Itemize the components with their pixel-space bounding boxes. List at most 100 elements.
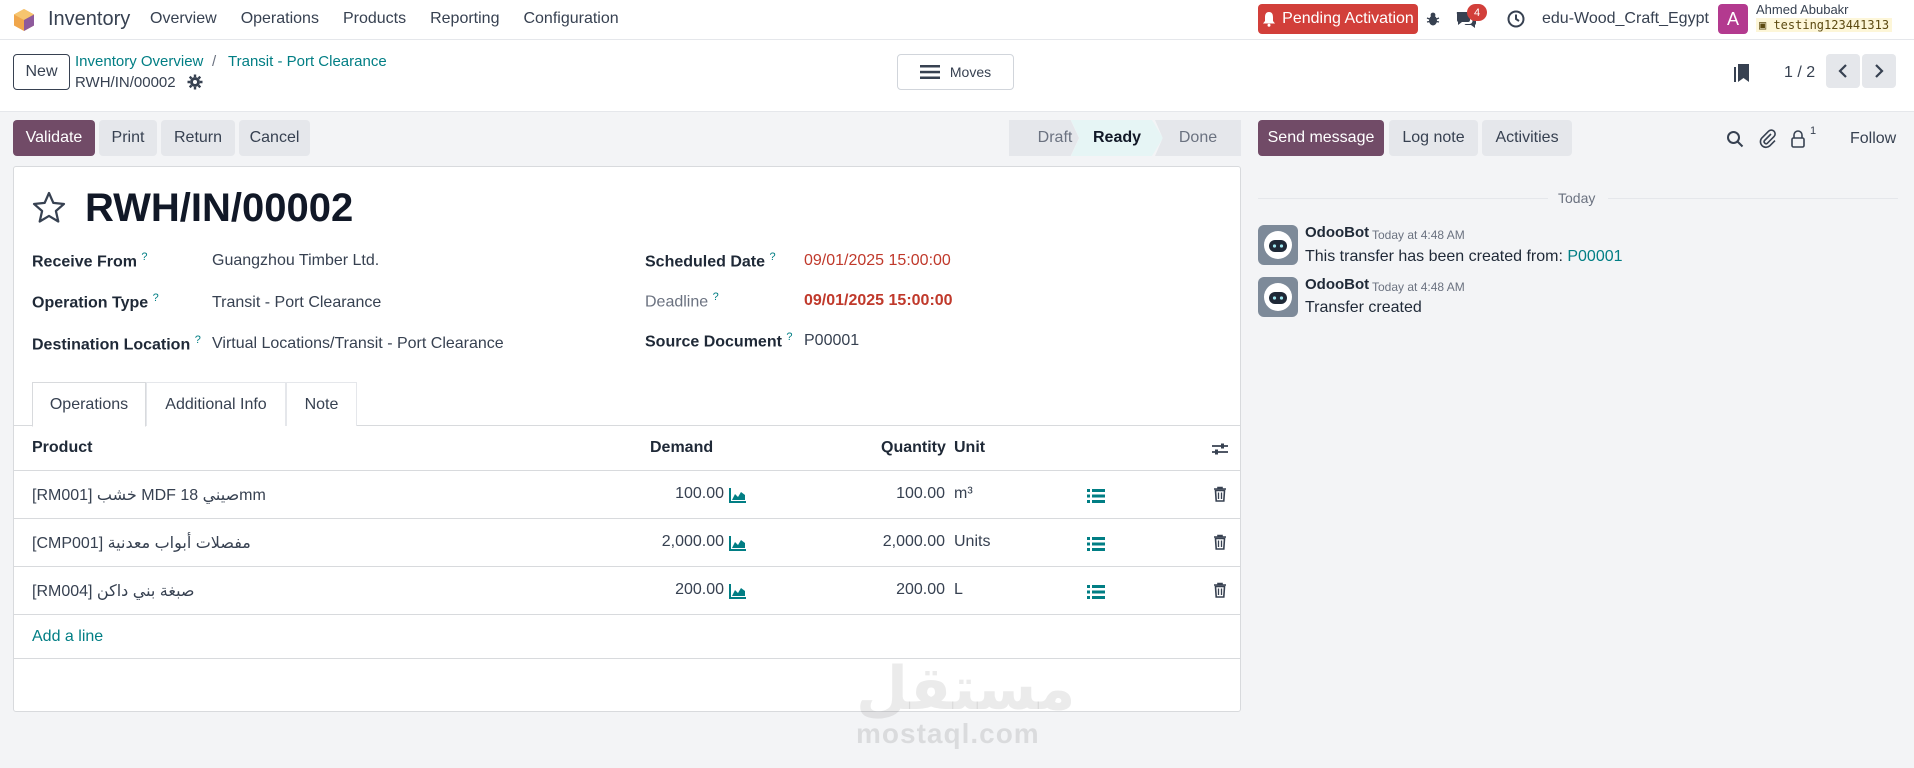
destination-location-label-text: Destination Location [32, 336, 191, 354]
stage-done[interactable]: Done [1155, 120, 1241, 156]
menu-overview[interactable]: Overview [150, 10, 217, 28]
bookmark-icon[interactable] [1733, 63, 1751, 83]
menu-products[interactable]: Products [343, 10, 406, 28]
trash-icon[interactable] [1213, 486, 1227, 502]
breadcrumb-separator: / [212, 53, 217, 70]
deadline-label: Deadline ? [645, 291, 719, 311]
row-product[interactable]: [CMP001] مفصلات أبواب معدنية [32, 533, 251, 553]
message-time: Today at 4:48 AM [1372, 280, 1465, 294]
gear-icon[interactable] [187, 74, 203, 90]
list-icon [919, 65, 940, 79]
send-message-button[interactable]: Send message [1258, 120, 1384, 156]
column-quantity[interactable]: Quantity [881, 439, 946, 457]
details-list-icon[interactable] [1087, 488, 1105, 504]
table-header: Product Demand Quantity Unit [13, 427, 1241, 471]
print-button[interactable]: Print [99, 120, 157, 156]
row-quantity[interactable]: 200.00 [896, 581, 945, 599]
help-icon[interactable]: ? [786, 331, 792, 343]
table-row[interactable]: [CMP001] مفصلات أبواب معدنية 2,000.00 2,… [13, 519, 1241, 567]
source-document-label: Source Document ? [645, 331, 793, 351]
column-unit[interactable]: Unit [954, 439, 985, 457]
return-button[interactable]: Return [161, 120, 235, 156]
column-demand[interactable]: Demand [650, 439, 713, 457]
message-author[interactable]: OdooBot [1305, 224, 1369, 241]
star-icon[interactable] [31, 190, 67, 226]
watermark-logo: مستقل [856, 655, 1076, 722]
menu-reporting[interactable]: Reporting [430, 10, 499, 28]
source-document-field[interactable]: P00001 [804, 332, 859, 350]
inventory-app-icon[interactable] [12, 8, 36, 32]
menu-operations[interactable]: Operations [241, 10, 319, 28]
help-icon[interactable]: ? [153, 292, 159, 304]
help-icon[interactable]: ? [769, 251, 775, 263]
log-note-button[interactable]: Log note [1389, 120, 1478, 156]
messages-badge: 4 [1467, 4, 1487, 21]
forecast-chart-icon[interactable] [729, 583, 747, 599]
pager-previous-button[interactable] [1826, 54, 1860, 88]
user-name[interactable]: Ahmed Abubakr [1756, 2, 1849, 17]
source-document-link[interactable]: P00001 [1567, 248, 1622, 265]
breadcrumb-current-record: RWH/IN/00002 [75, 74, 176, 91]
source-document-label-text: Source Document [645, 333, 782, 351]
row-quantity[interactable]: 100.00 [896, 485, 945, 503]
company-switcher[interactable]: edu-Wood_Craft_Egypt [1542, 10, 1709, 28]
destination-location-label: Destination Location ? [32, 334, 201, 354]
breadcrumb-operation-type[interactable]: Transit - Port Clearance [228, 53, 387, 70]
database-name: ▣ testing123441313 [1756, 18, 1893, 32]
validate-button[interactable]: Validate [13, 120, 95, 156]
menu-configuration[interactable]: Configuration [523, 10, 618, 28]
chevron-right-icon [1875, 64, 1884, 78]
row-product[interactable]: [RM004] صبغة بني داكن [32, 581, 195, 601]
followers-lock-icon[interactable] [1790, 130, 1806, 148]
odoobot-avatar[interactable] [1258, 225, 1298, 265]
forecast-chart-icon[interactable] [729, 487, 747, 503]
moves-smart-button[interactable]: Moves [897, 54, 1014, 90]
breadcrumb-inventory-overview[interactable]: Inventory Overview [75, 53, 203, 70]
tab-note[interactable]: Note [286, 382, 357, 426]
optional-columns-icon[interactable] [1211, 441, 1229, 457]
help-icon[interactable]: ? [195, 334, 201, 346]
trash-icon[interactable] [1213, 582, 1227, 598]
tab-additional-info[interactable]: Additional Info [146, 382, 286, 426]
receive-from-label-text: Receive From [32, 253, 137, 271]
forecast-chart-icon[interactable] [729, 535, 747, 551]
user-avatar[interactable]: A [1718, 4, 1748, 34]
row-product[interactable]: [RM001] خشب MDF 18 صينيmm [32, 485, 266, 505]
today-label: Today [1558, 190, 1596, 206]
details-list-icon[interactable] [1087, 584, 1105, 600]
help-icon[interactable]: ? [713, 291, 719, 303]
status-bar: Draft Ready Done [1009, 120, 1241, 156]
cancel-button[interactable]: Cancel [239, 120, 310, 156]
pending-activation-button[interactable]: Pending Activation [1258, 4, 1418, 34]
clock-icon[interactable] [1505, 8, 1527, 30]
details-list-icon[interactable] [1087, 536, 1105, 552]
message-author[interactable]: OdooBot [1305, 276, 1369, 293]
pager-next-button[interactable] [1862, 54, 1896, 88]
trash-icon[interactable] [1213, 534, 1227, 550]
search-icon[interactable] [1726, 130, 1744, 148]
row-unit: Units [954, 533, 991, 550]
table-row[interactable]: [RM001] خشب MDF 18 صينيmm 100.00 100.00 … [13, 471, 1241, 519]
odoobot-avatar[interactable] [1258, 277, 1298, 317]
pager-value[interactable]: 1 / 2 [1784, 64, 1815, 82]
bell-icon [1263, 12, 1276, 27]
scheduled-date-field[interactable]: 09/01/2025 15:00:00 [804, 252, 951, 270]
help-icon[interactable]: ? [141, 251, 147, 263]
bug-icon[interactable] [1422, 8, 1444, 30]
tab-operations[interactable]: Operations [32, 382, 146, 427]
new-button[interactable]: New [13, 54, 70, 90]
operation-type-field[interactable]: Transit - Port Clearance [212, 294, 381, 312]
app-name[interactable]: Inventory [48, 8, 130, 31]
row-quantity[interactable]: 2,000.00 [883, 533, 945, 551]
paperclip-icon[interactable] [1759, 129, 1777, 149]
receive-from-field[interactable]: Guangzhou Timber Ltd. [212, 252, 379, 270]
column-product[interactable]: Product [32, 439, 92, 457]
table-row[interactable]: [RM004] صبغة بني داكن 200.00 200.00 L [13, 567, 1241, 615]
stage-draft[interactable]: Draft [1009, 120, 1079, 156]
follow-button[interactable]: Follow [1850, 130, 1896, 148]
stage-ready[interactable]: Ready [1071, 120, 1163, 156]
activities-button[interactable]: Activities [1482, 120, 1572, 156]
deadline-field[interactable]: 09/01/2025 15:00:00 [804, 292, 953, 310]
destination-location-field[interactable]: Virtual Locations/Transit - Port Clearan… [212, 335, 504, 353]
add-line-link[interactable]: Add a line [32, 628, 103, 646]
